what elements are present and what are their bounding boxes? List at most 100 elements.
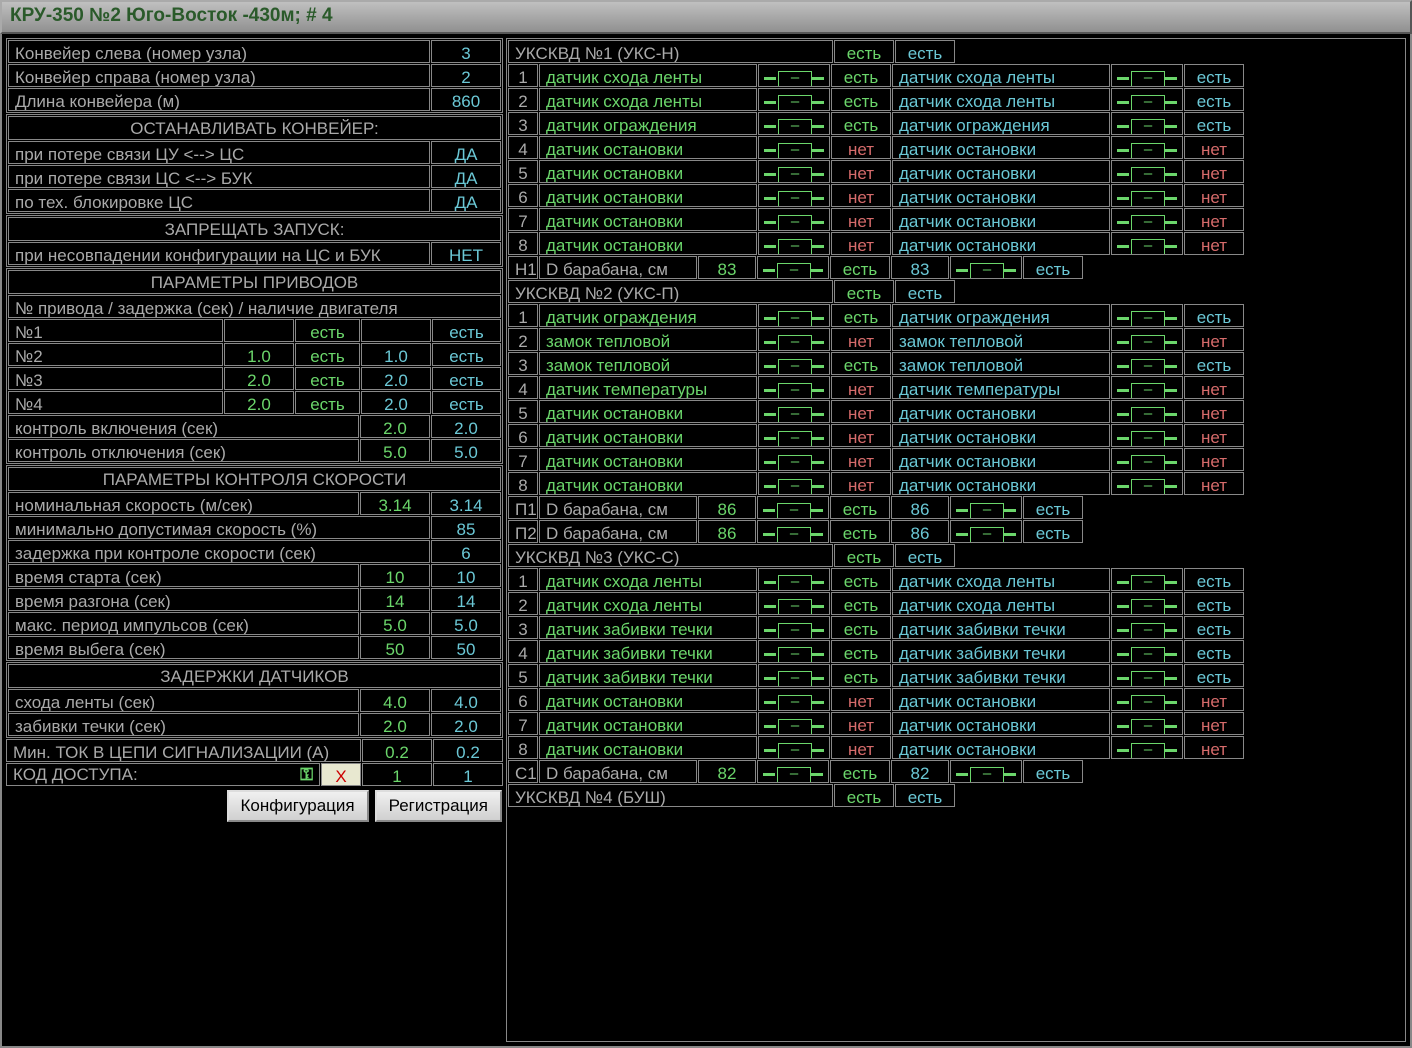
sec-1-drum-0-s2[interactable]: есть <box>1023 496 1083 519</box>
drive-4-v1[interactable]: 2.0 <box>224 391 294 414</box>
sec-1-drum-0-s1[interactable]: есть <box>830 496 890 519</box>
stop1-value[interactable]: ДА <box>431 141 501 164</box>
code-1[interactable]: 1 <box>362 763 432 786</box>
sec-0-drum-0-v1[interactable]: 83 <box>698 256 756 279</box>
sec-2-row-0-s1[interactable]: есть <box>831 568 891 591</box>
sec-1-row-5-s1[interactable]: нет <box>831 424 891 447</box>
ctrl-on-2[interactable]: 2.0 <box>431 415 501 438</box>
coast-1[interactable]: 50 <box>360 636 430 659</box>
sec-0-row-5-s1[interactable]: нет <box>831 184 891 207</box>
sec-0-row-3-s2[interactable]: нет <box>1184 136 1244 159</box>
section-2-h2[interactable]: есть <box>895 544 955 567</box>
drive-1-e1[interactable]: есть <box>295 319 360 342</box>
sec-1-drum-1-s1[interactable]: есть <box>830 520 890 543</box>
sec-1-drum-1-s2[interactable]: есть <box>1023 520 1083 543</box>
deny1-value[interactable]: НЕТ <box>431 242 501 265</box>
drive-3-e1[interactable]: есть <box>295 367 360 390</box>
sec-2-row-3-s2[interactable]: есть <box>1184 640 1244 663</box>
belt-2[interactable]: 4.0 <box>431 689 501 712</box>
maximp-2[interactable]: 5.0 <box>431 612 501 635</box>
chute-1[interactable]: 2.0 <box>360 713 430 736</box>
nom-1[interactable]: 3.14 <box>360 492 430 515</box>
drive-3-v2[interactable]: 2.0 <box>361 367 431 390</box>
sec-2-row-4-s2[interactable]: есть <box>1184 664 1244 687</box>
sec-1-drum-0-v2[interactable]: 86 <box>891 496 949 519</box>
sec-1-row-5-s2[interactable]: нет <box>1184 424 1244 447</box>
stop3-value[interactable]: ДА <box>431 189 501 212</box>
delay-value[interactable]: 6 <box>431 540 501 563</box>
sec-0-row-5-s2[interactable]: нет <box>1184 184 1244 207</box>
sec-1-row-2-s2[interactable]: есть <box>1184 352 1244 375</box>
sec-0-row-1-s1[interactable]: есть <box>831 88 891 111</box>
sec-2-row-2-s1[interactable]: есть <box>831 616 891 639</box>
sec-2-row-2-s2[interactable]: есть <box>1184 616 1244 639</box>
sec-1-row-7-s1[interactable]: нет <box>831 472 891 495</box>
min-value[interactable]: 85 <box>431 516 501 539</box>
drive-2-e1[interactable]: есть <box>295 343 360 366</box>
accel-1[interactable]: 14 <box>360 588 430 611</box>
drive-2-v1[interactable]: 1.0 <box>224 343 294 366</box>
section-1-h2[interactable]: есть <box>895 280 955 303</box>
sec-0-row-4-s2[interactable]: нет <box>1184 160 1244 183</box>
config-button[interactable]: Конфигурация <box>227 790 369 822</box>
sec-1-drum-1-v2[interactable]: 86 <box>891 520 949 543</box>
sec-0-drum-0-v2[interactable]: 83 <box>891 256 949 279</box>
nom-2[interactable]: 3.14 <box>431 492 501 515</box>
sec-2-row-1-s1[interactable]: есть <box>831 592 891 615</box>
sec-0-row-3-s1[interactable]: нет <box>831 136 891 159</box>
sec-2-row-0-s2[interactable]: есть <box>1184 568 1244 591</box>
sec-1-row-6-s1[interactable]: нет <box>831 448 891 471</box>
section-2-h1[interactable]: есть <box>834 544 894 567</box>
sec-1-row-4-s1[interactable]: нет <box>831 400 891 423</box>
start-2[interactable]: 10 <box>431 564 501 587</box>
ctrl-off-1[interactable]: 5.0 <box>360 439 430 462</box>
sec-0-drum-0-s2[interactable]: есть <box>1023 256 1083 279</box>
conv-right-value[interactable]: 2 <box>431 64 501 87</box>
sec-0-row-0-s2[interactable]: есть <box>1184 64 1244 87</box>
sec-2-row-5-s2[interactable]: нет <box>1184 688 1244 711</box>
section-0-h1[interactable]: есть <box>834 40 894 63</box>
drive-1-e2[interactable]: есть <box>432 319 501 342</box>
sec-1-drum-0-v1[interactable]: 86 <box>698 496 756 519</box>
conv-len-value[interactable]: 860 <box>431 88 501 111</box>
sec-2-row-4-s1[interactable]: есть <box>831 664 891 687</box>
sec-2-drum-0-v2[interactable]: 82 <box>891 760 949 783</box>
sec-1-row-3-s1[interactable]: нет <box>831 376 891 399</box>
sec-1-row-4-s2[interactable]: нет <box>1184 400 1244 423</box>
conv-left-value[interactable]: 3 <box>431 40 501 63</box>
sec-2-row-3-s1[interactable]: есть <box>831 640 891 663</box>
sec-0-row-0-s1[interactable]: есть <box>831 64 891 87</box>
drive-1-v2[interactable] <box>361 319 431 342</box>
sec-2-row-7-s1[interactable]: нет <box>831 736 891 759</box>
register-button[interactable]: Регистрация <box>375 790 502 822</box>
code-x-button[interactable]: X <box>321 763 361 786</box>
sec-0-drum-0-s1[interactable]: есть <box>830 256 890 279</box>
sec-0-row-6-s2[interactable]: нет <box>1184 208 1244 231</box>
sec-2-row-1-s2[interactable]: есть <box>1184 592 1244 615</box>
sec-2-row-7-s2[interactable]: нет <box>1184 736 1244 759</box>
section-3-h2[interactable]: есть <box>895 784 955 807</box>
sec-1-row-1-s1[interactable]: нет <box>831 328 891 351</box>
accel-2[interactable]: 14 <box>431 588 501 611</box>
chute-2[interactable]: 2.0 <box>431 713 501 736</box>
ctrl-on-1[interactable]: 2.0 <box>360 415 430 438</box>
ctrl-off-2[interactable]: 5.0 <box>431 439 501 462</box>
sec-0-row-2-s1[interactable]: есть <box>831 112 891 135</box>
section-1-h1[interactable]: есть <box>834 280 894 303</box>
mincur-2[interactable]: 0.2 <box>433 739 503 762</box>
sec-2-drum-0-s1[interactable]: есть <box>830 760 890 783</box>
drive-4-e1[interactable]: есть <box>295 391 360 414</box>
drive-3-v1[interactable]: 2.0 <box>224 367 294 390</box>
sec-2-row-6-s2[interactable]: нет <box>1184 712 1244 735</box>
sec-0-row-2-s2[interactable]: есть <box>1184 112 1244 135</box>
sec-1-drum-1-v1[interactable]: 86 <box>698 520 756 543</box>
mincur-1[interactable]: 0.2 <box>362 739 432 762</box>
sec-1-row-3-s2[interactable]: нет <box>1184 376 1244 399</box>
sec-0-row-4-s1[interactable]: нет <box>831 160 891 183</box>
belt-1[interactable]: 4.0 <box>360 689 430 712</box>
sec-1-row-7-s2[interactable]: нет <box>1184 472 1244 495</box>
sec-0-row-6-s1[interactable]: нет <box>831 208 891 231</box>
drive-2-e2[interactable]: есть <box>432 343 501 366</box>
drive-4-v2[interactable]: 2.0 <box>361 391 431 414</box>
sec-1-row-0-s2[interactable]: есть <box>1184 304 1244 327</box>
